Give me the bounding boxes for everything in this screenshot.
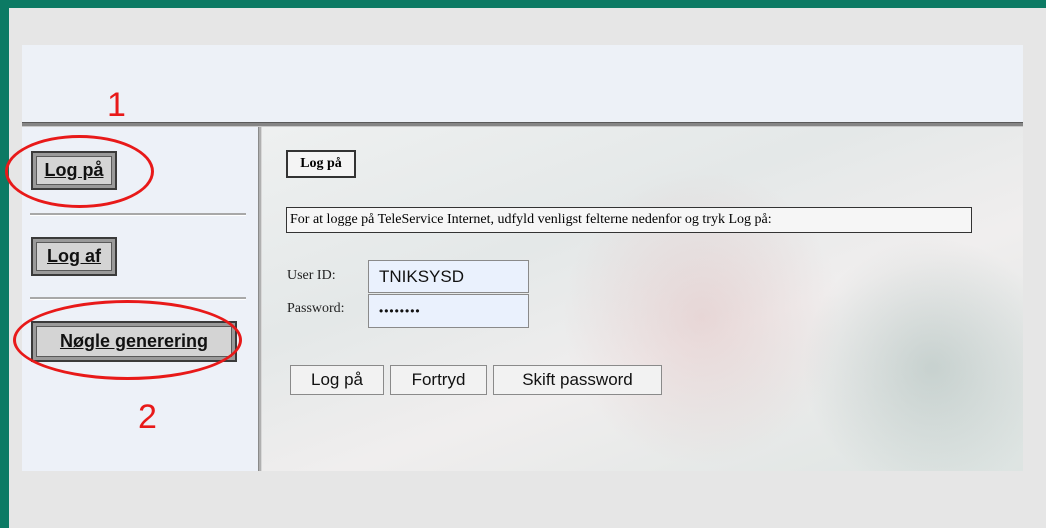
userid-input[interactable]: TNIKSYSD bbox=[368, 260, 529, 293]
login-instructions: For at logge på TeleService Internet, ud… bbox=[286, 207, 972, 233]
page-title: Log på bbox=[286, 150, 356, 178]
password-input[interactable]: •••••••• bbox=[368, 294, 529, 328]
annotation-number-2: 2 bbox=[138, 398, 157, 436]
login-button[interactable]: Log på bbox=[290, 365, 384, 395]
header-banner bbox=[22, 45, 1023, 122]
change-password-button[interactable]: Skift password bbox=[493, 365, 662, 395]
annotation-ellipse-2 bbox=[13, 300, 242, 380]
sidebar-logout-button[interactable]: Log af bbox=[31, 237, 117, 276]
sidebar-divider bbox=[30, 213, 246, 216]
cancel-button[interactable]: Fortryd bbox=[390, 365, 487, 395]
password-label: Password: bbox=[287, 301, 345, 316]
background-image-shade bbox=[802, 237, 1023, 471]
annotation-number-1: 1 bbox=[107, 86, 126, 124]
annotation-ellipse-1 bbox=[5, 135, 154, 208]
sidebar-logout-label: Log af bbox=[36, 242, 112, 271]
userid-label: User ID: bbox=[287, 268, 336, 283]
